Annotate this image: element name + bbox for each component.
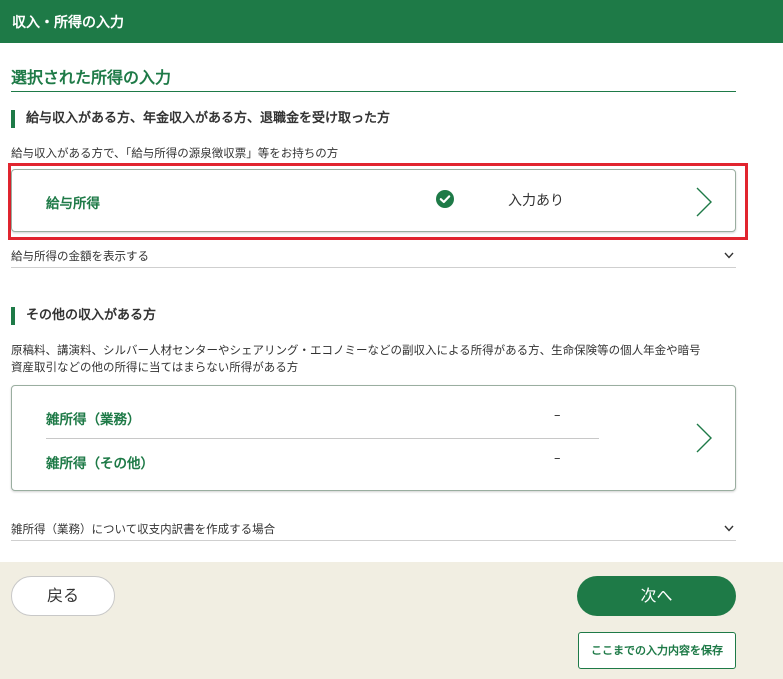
other-income-heading: その他の収入がある方	[11, 307, 156, 325]
other-income-description-line1: 原稿料、講演料、シルバー人材センターやシェアリング・エコノミーなどの副収入による…	[11, 343, 701, 357]
chevron-down-icon	[724, 525, 734, 532]
card-divider	[46, 438, 599, 439]
chevron-right-icon	[696, 423, 712, 453]
chevron-down-icon	[724, 252, 734, 259]
salary-income-status: 入力あり	[508, 193, 564, 209]
salary-amount-disclosure[interactable]: 給与所得の金額を表示する	[11, 248, 736, 268]
income-statement-disclosure[interactable]: 雑所得（業務）について収支内訳書を作成する場合	[11, 521, 736, 541]
salary-amount-disclosure-label: 給与所得の金額を表示する	[11, 249, 149, 263]
misc-income-card[interactable]: 雑所得（業務） – 雑所得（その他） –	[11, 385, 736, 491]
misc-income-business-value: –	[554, 408, 561, 423]
salary-income-label: 給与所得	[46, 196, 100, 212]
check-circle-icon	[436, 190, 454, 208]
save-progress-button[interactable]: ここまでの入力内容を保存	[578, 632, 736, 669]
footer-bar: 戻る 次へ ここまでの入力内容を保存	[0, 562, 783, 679]
other-income-description-line2: 資産取引などの他の所得に当てはまらない所得がある方	[11, 360, 299, 374]
page-header-title: 収入・所得の入力	[12, 15, 124, 31]
next-button[interactable]: 次へ	[577, 576, 736, 616]
income-statement-disclosure-label: 雑所得（業務）について収支内訳書を作成する場合	[11, 522, 276, 536]
other-income-description: 原稿料、講演料、シルバー人材センターやシェアリング・エコノミーなどの副収入による…	[11, 342, 771, 376]
back-button[interactable]: 戻る	[11, 576, 115, 616]
chevron-right-icon	[696, 187, 712, 217]
section-title: 選択された所得の入力	[11, 64, 736, 92]
misc-income-business-label: 雑所得（業務）	[46, 412, 141, 428]
page-header: 収入・所得の入力	[0, 0, 783, 43]
misc-income-other-value: –	[554, 451, 561, 466]
salary-income-card[interactable]: 給与所得 入力あり	[11, 169, 736, 232]
salary-group-description: 給与収入がある方で、「給与所得の源泉徴収票」等をお持ちの方	[11, 146, 339, 160]
misc-income-other-label: 雑所得（その他）	[46, 456, 154, 472]
salary-group-heading: 給与収入がある方、年金収入がある方、退職金を受け取った方	[11, 110, 390, 128]
